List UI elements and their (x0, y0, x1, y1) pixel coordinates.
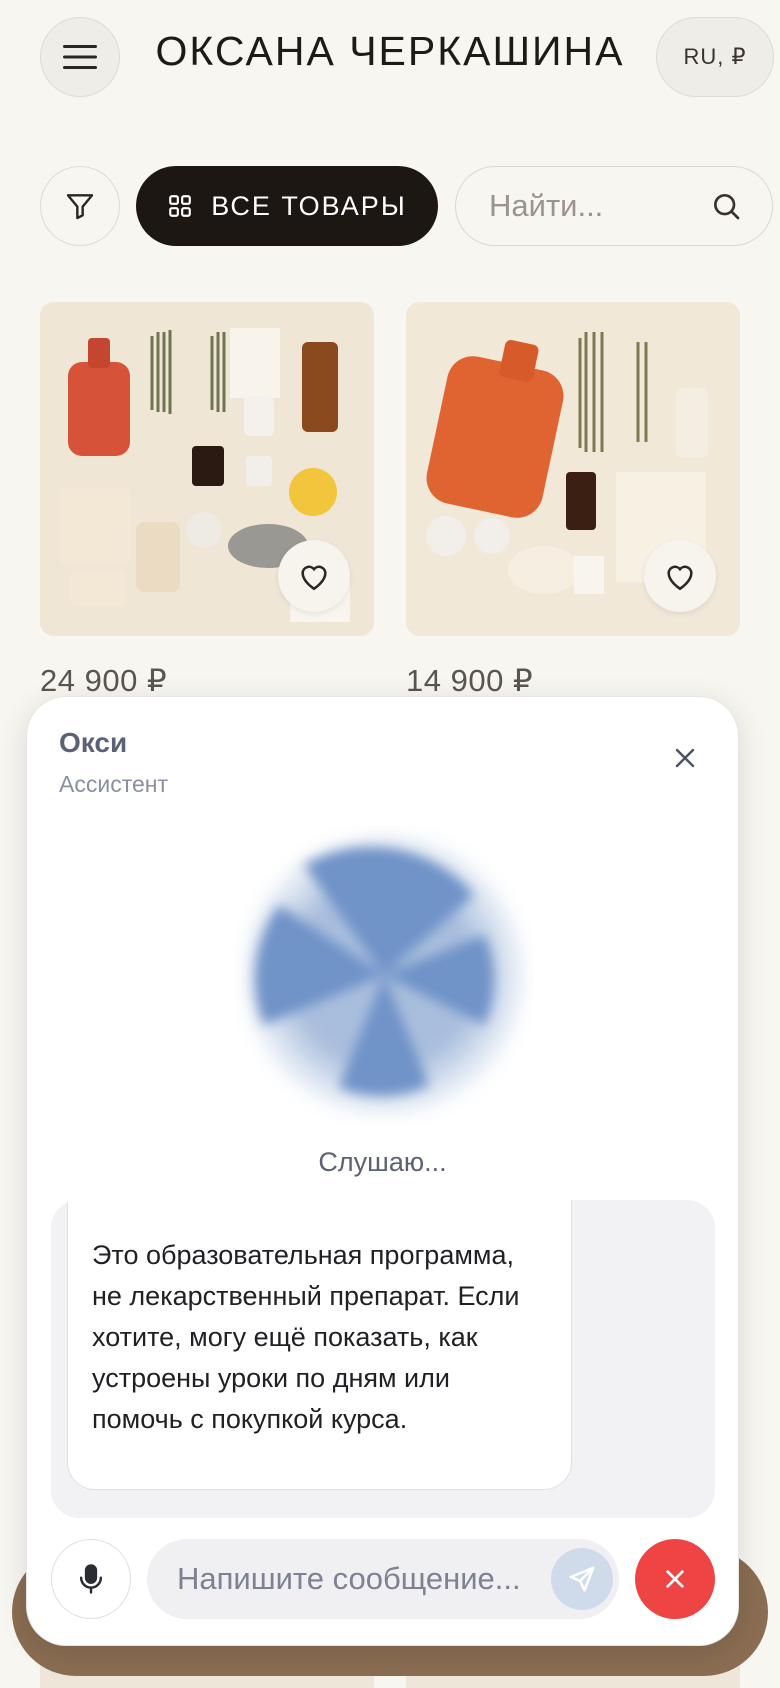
locale-currency-button[interactable]: RU, ₽ (656, 17, 774, 97)
close-button[interactable] (662, 735, 708, 781)
microphone-icon (79, 1564, 103, 1594)
product-card-image[interactable] (406, 302, 740, 636)
assistant-panel: Окси Ассистент Слушаю... Это образовател… (26, 696, 739, 1646)
message-input-wrapper[interactable] (147, 1539, 619, 1619)
message-area[interactable]: Это образовательная программа, не лекарс… (51, 1200, 715, 1518)
heart-icon (667, 565, 693, 591)
assistant-message: Это образовательная программа, не лекарс… (67, 1200, 572, 1490)
send-icon (569, 1566, 595, 1592)
message-input[interactable] (177, 1561, 537, 1597)
end-session-button[interactable] (635, 1539, 715, 1619)
favorite-button[interactable] (644, 540, 716, 612)
close-icon (666, 1570, 684, 1588)
filter-button[interactable] (40, 166, 120, 246)
product-price: 14 900 ₽ (406, 663, 534, 698)
assistant-role: Ассистент (59, 771, 168, 797)
grid-icon (169, 195, 192, 217)
search-icon[interactable] (710, 190, 742, 222)
close-icon (675, 748, 695, 768)
brand-title[interactable]: ОКСАНА ЧЕРКАШИНА (150, 28, 630, 75)
filter-icon (66, 194, 94, 220)
search-input[interactable] (489, 188, 710, 224)
product-card-image[interactable] (40, 302, 374, 636)
all-products-label: ВСЕ ТОВАРЫ (211, 190, 407, 221)
send-button[interactable] (551, 1548, 613, 1610)
all-products-button[interactable]: ВСЕ ТОВАРЫ (136, 166, 438, 246)
voice-orb (234, 825, 534, 1125)
menu-button[interactable] (40, 17, 120, 97)
microphone-button[interactable] (51, 1539, 131, 1619)
hamburger-icon (63, 45, 97, 69)
favorite-button[interactable] (278, 540, 350, 612)
heart-icon (301, 565, 327, 591)
search-box[interactable] (455, 166, 773, 246)
product-price: 24 900 ₽ (40, 663, 168, 698)
listening-status: Слушаю... (318, 1147, 447, 1177)
assistant-name: Окси (59, 727, 128, 758)
